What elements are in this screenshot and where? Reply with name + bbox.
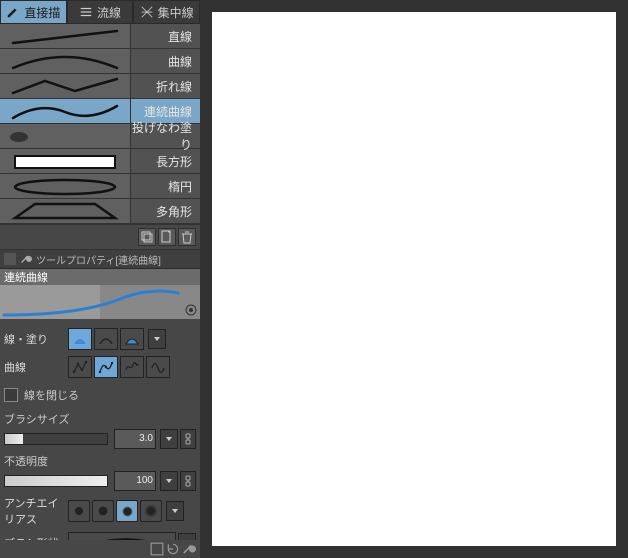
tool-preview (0, 49, 131, 73)
tab-label: 流線 (97, 4, 121, 21)
opacity-label: 不透明度 (4, 453, 196, 469)
tool-item-2[interactable]: 折れ線 (0, 74, 200, 99)
tab-label: 直接描 (24, 4, 60, 21)
aa-weak[interactable] (92, 500, 114, 522)
aa-none[interactable] (68, 500, 90, 522)
curve-type-3[interactable] (120, 356, 144, 378)
curve-type-label: 曲線 (4, 359, 68, 375)
preview-pane (0, 285, 200, 319)
save-default-button[interactable] (150, 542, 164, 556)
tool-preview (0, 174, 131, 198)
tab-2[interactable]: 集中線 (133, 0, 200, 24)
brush-size-value[interactable]: 3.0 (114, 429, 156, 449)
delete-tool-button[interactable] (178, 228, 196, 246)
tool-label: 楕円 (131, 178, 200, 195)
tool-list-toolbar (0, 224, 200, 250)
reset-button[interactable] (166, 542, 180, 556)
aa-label: アンチエイリアス (4, 495, 68, 527)
preview-settings-button[interactable] (184, 303, 198, 317)
tool-item-1[interactable]: 曲線 (0, 49, 200, 74)
opacity-dropdown[interactable] (160, 471, 178, 491)
tab-0[interactable]: 直接描 (0, 0, 67, 24)
opacity-slider[interactable] (4, 475, 108, 487)
tool-label: 連続曲線 (131, 103, 200, 120)
tab-1[interactable]: 流線 (67, 0, 134, 24)
tool-preview (0, 99, 131, 123)
tool-preview (0, 199, 131, 223)
brush-shape-preview[interactable] (68, 532, 176, 540)
curve-type-2[interactable] (94, 356, 118, 378)
wrench-icon (20, 253, 32, 265)
tool-preview (0, 24, 131, 48)
line-fill-label: 線・塗り (4, 331, 68, 347)
aa-dropdown[interactable] (166, 501, 184, 521)
linefill-mode-line[interactable] (68, 328, 92, 350)
prop-header-label: ツールプロパティ[連続曲線] (36, 252, 161, 267)
brush-shape-dropdown[interactable] (178, 533, 196, 540)
tool-item-7[interactable]: 多角形 (0, 199, 200, 224)
opacity-value[interactable]: 100 (114, 471, 156, 491)
tool-tabs: 直接描 流線 集中線 (0, 0, 200, 24)
linefill-dropdown[interactable] (148, 329, 166, 349)
tool-item-4[interactable]: 投げなわ塗り (0, 124, 200, 149)
tool-preview (0, 149, 131, 173)
tool-item-6[interactable]: 楕円 (0, 174, 200, 199)
brush-size-slider[interactable] (4, 433, 108, 445)
aa-mid[interactable] (116, 500, 138, 522)
tool-preview (0, 124, 131, 148)
close-line-checkbox[interactable] (4, 388, 18, 402)
tool-label: 投げなわ塗り (131, 119, 200, 153)
copy-tool-button[interactable] (138, 228, 156, 246)
tab-label: 集中線 (158, 4, 194, 21)
tool-item-0[interactable]: 直線 (0, 24, 200, 49)
close-line-label: 線を閉じる (24, 387, 79, 403)
tool-item-5[interactable]: 長方形 (0, 149, 200, 174)
prop-footer (0, 540, 200, 558)
aa-strong[interactable] (140, 500, 162, 522)
brush-size-link[interactable] (180, 429, 196, 449)
linefill-mode-fill[interactable] (120, 328, 144, 350)
tool-label: 直線 (131, 28, 200, 45)
tool-label: 多角形 (131, 203, 200, 220)
wrench-button[interactable] (182, 542, 196, 556)
opacity-link[interactable] (180, 471, 196, 491)
curve-type-4[interactable] (146, 356, 170, 378)
tool-label: 折れ線 (131, 78, 200, 95)
tool-label: 曲線 (131, 53, 200, 70)
tool-label: 長方形 (131, 153, 200, 170)
linefill-mode-outline[interactable] (94, 328, 118, 350)
new-tool-button[interactable] (158, 228, 176, 246)
brush-size-dropdown[interactable] (160, 429, 178, 449)
tool-preview (0, 74, 131, 98)
canvas[interactable] (212, 12, 616, 546)
tool-title: 連続曲線 (0, 269, 200, 285)
curve-type-1[interactable] (68, 356, 92, 378)
prop-header: ツールプロパティ[連続曲線] (0, 250, 200, 269)
brush-size-label: ブラシサイズ (4, 411, 196, 427)
tool-list: 直線曲線折れ線連続曲線投げなわ塗り長方形楕円多角形 (0, 24, 200, 224)
